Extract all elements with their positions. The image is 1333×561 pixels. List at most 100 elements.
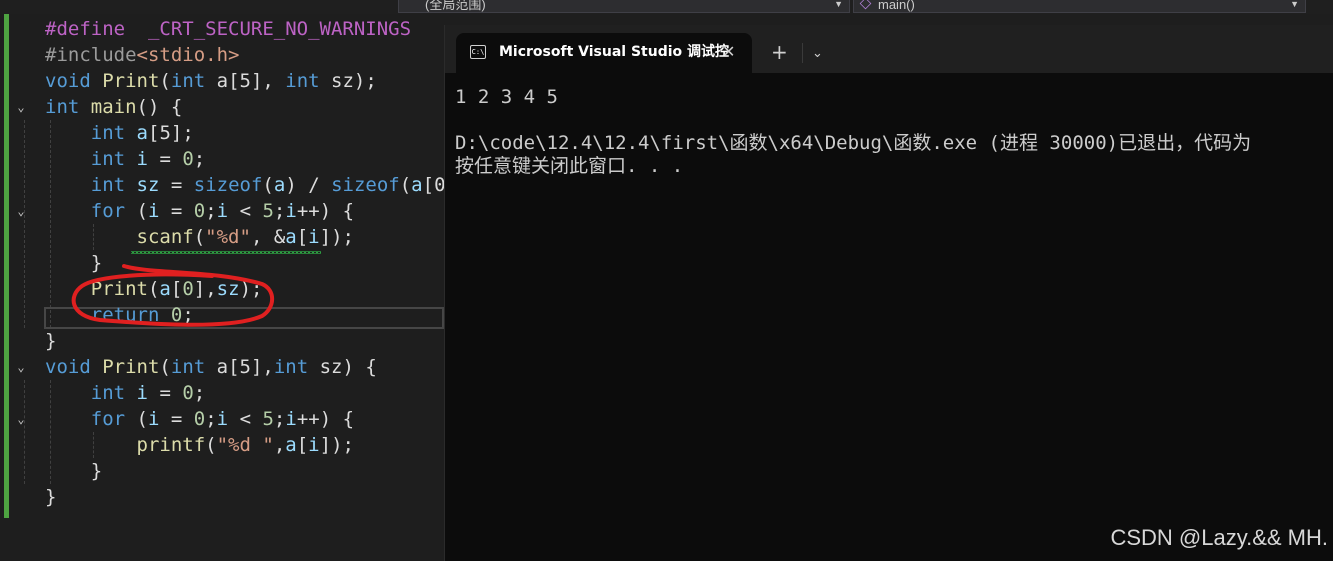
code-token: ( (125, 200, 148, 222)
code-line[interactable]: int i = 0; (45, 146, 205, 172)
code-token: a (285, 226, 297, 248)
code-line[interactable]: int i = 0; (45, 380, 205, 406)
code-token: ++) { (296, 200, 355, 222)
code-token: ) / (285, 174, 332, 196)
code-token: i (136, 382, 148, 404)
code-line[interactable]: void Print(int a[5],int sz) { (45, 354, 377, 380)
code-token: printf (136, 434, 206, 456)
chevron-down-icon[interactable]: ⌄ (14, 412, 28, 426)
chevron-down-icon[interactable]: ⌄ (14, 360, 28, 374)
code-token: Print (102, 70, 160, 92)
code-token: a[5], (205, 70, 286, 92)
code-token: i (216, 408, 229, 430)
scope-dropdown[interactable]: (全局范围) ▼ (398, 0, 850, 13)
code-token: int (45, 96, 80, 118)
code-editor[interactable]: ⌄ ⌄ ⌄ ⌄ #define _CRT_SECURE_NO_WARNINGS #inc… (0, 14, 444, 561)
code-line[interactable]: int a[5]; (45, 120, 194, 146)
code-token: < (228, 408, 263, 430)
code-token: 0 (193, 200, 206, 222)
close-icon[interactable]: ✕ (722, 42, 735, 62)
code-token: a (136, 122, 148, 144)
code-token: int (285, 70, 320, 92)
tab-divider (802, 43, 803, 63)
code-token: = (159, 200, 194, 222)
code-line[interactable]: printf("%d ",a[i]); (45, 432, 354, 458)
code-token: a (273, 174, 286, 196)
code-line[interactable]: void Print(int a[5], int sz); (45, 68, 377, 94)
code-line[interactable]: #define _CRT_SECURE_NO_WARNINGS (45, 16, 411, 42)
code-token: 0 (182, 382, 194, 404)
code-token: a (285, 434, 297, 456)
code-token: = (148, 382, 183, 404)
code-token: i (285, 200, 297, 222)
function-dropdown[interactable]: main() ▼ (853, 0, 1306, 13)
code-token: a[5], (205, 356, 274, 378)
code-line[interactable]: } (45, 484, 56, 510)
code-token: void (45, 70, 91, 92)
code-line[interactable]: scanf("%d", &a[i]); (45, 224, 354, 250)
code-token: ++) { (296, 408, 355, 430)
code-token: void (45, 356, 91, 378)
code-token: , (273, 434, 286, 456)
code-token: int (90, 174, 126, 196)
code-line[interactable]: for (i = 0;i < 5;i++) { (45, 198, 354, 224)
code-token: i (285, 408, 297, 430)
code-token: ; (205, 408, 217, 430)
code-token: <stdio.h> (136, 44, 240, 66)
code-line[interactable]: int sz = sizeof(a) / sizeof(a[0]) (45, 172, 444, 198)
code-token: "%d " (216, 434, 274, 456)
chevron-down-icon[interactable]: ⌄ (812, 44, 823, 64)
code-token: int (90, 122, 126, 144)
code-token: [0]) (422, 174, 444, 196)
code-token: ( (125, 408, 148, 430)
chevron-down-icon: ▼ (834, 0, 843, 9)
scope-dropdown-label: (全局范围) (425, 0, 486, 12)
code-line[interactable]: } (45, 458, 102, 484)
code-token: i (308, 226, 320, 248)
code-token: = (148, 148, 183, 170)
red-annotation-circle (71, 264, 275, 327)
watermark: CSDN @Lazy.&& MH. (1110, 525, 1328, 550)
code-token: ]); (319, 434, 354, 456)
code-line[interactable]: #include<stdio.h> (45, 42, 239, 68)
code-token: ; (193, 148, 206, 170)
code-token: for (90, 200, 126, 222)
code-token: = (159, 408, 194, 430)
code-token: 0 (182, 148, 194, 170)
debug-console-window[interactable]: C:\ Microsoft Visual Studio 调试控 ✕ + ⌄ 1 … (444, 25, 1333, 561)
code-token: ; (193, 382, 206, 404)
code-token: #define (45, 18, 126, 40)
code-token: [ (296, 226, 309, 248)
console-tab[interactable]: C:\ Microsoft Visual Studio 调试控 ✕ (456, 33, 752, 73)
warning-squiggle (131, 251, 321, 254)
navigation-bar: (全局范围) ▼ main() ▼ (0, 0, 1333, 14)
code-token: sizeof (331, 174, 400, 196)
code-token: i (308, 434, 320, 456)
code-token: } (45, 486, 57, 508)
code-token: ; (273, 200, 286, 222)
code-token: 0 (193, 408, 206, 430)
console-tab-strip: C:\ Microsoft Visual Studio 调试控 ✕ + ⌄ (445, 25, 1333, 73)
chevron-down-icon: ▼ (1290, 0, 1299, 9)
code-token: int (90, 148, 126, 170)
code-token: 5 (262, 408, 274, 430)
code-token: a (411, 174, 423, 196)
code-line[interactable]: int main() { (45, 94, 182, 120)
chevron-down-icon[interactable]: ⌄ (14, 100, 28, 114)
chevron-down-icon[interactable]: ⌄ (14, 204, 28, 218)
code-token: ]); (319, 226, 354, 248)
new-tab-button[interactable]: + (771, 42, 788, 62)
code-line[interactable]: for (i = 0;i < 5;i++) { (45, 406, 354, 432)
indent-guide (24, 380, 25, 484)
